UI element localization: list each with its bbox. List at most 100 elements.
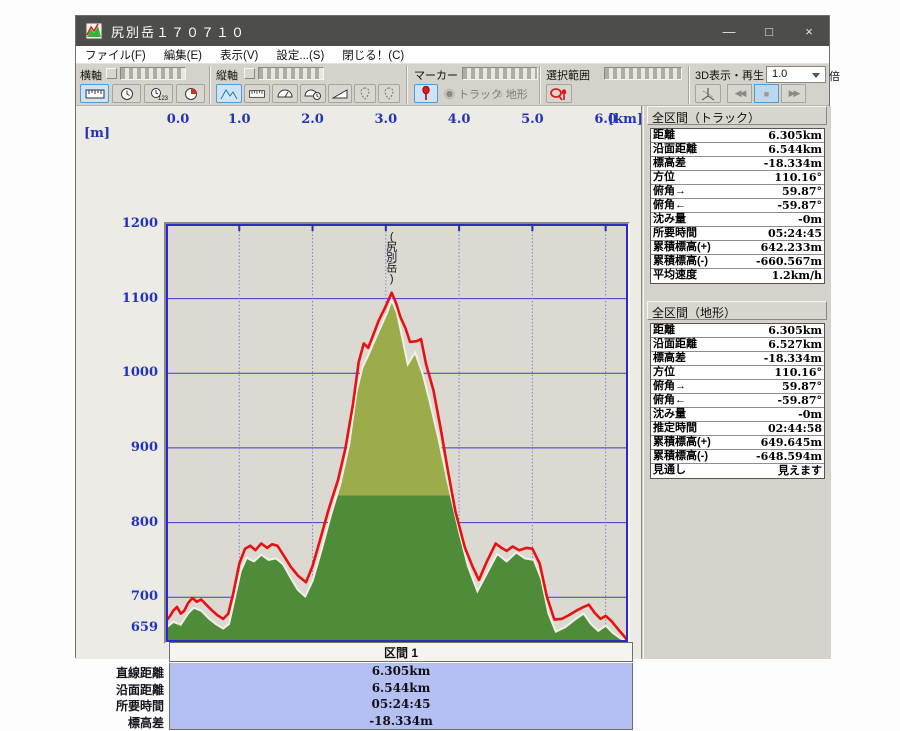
stat-row: 沈み量-0m: [651, 408, 824, 422]
stat-row: 方位110.16°: [651, 171, 824, 185]
vaxis-distance-button[interactable]: [244, 84, 270, 103]
vaxis-slope-button[interactable]: [328, 84, 352, 103]
chart-area: [m] 0.01.02.03.04.05.06.0 [km] 120011001…: [76, 106, 641, 659]
playback-3d-button[interactable]: [695, 84, 721, 103]
vaxis-mini-button[interactable]: [244, 68, 255, 79]
vaxis-option2-button[interactable]: [378, 84, 400, 103]
speedometer-icon: [276, 88, 294, 99]
haxis-mini-button[interactable]: [106, 68, 117, 79]
stat-label: 平均速度: [653, 269, 697, 283]
section-row-label: 標高差: [80, 715, 164, 731]
menu-item[interactable]: 表示(V): [211, 47, 267, 63]
maximize-button[interactable]: □: [749, 16, 789, 46]
stat-label: 距離: [653, 324, 675, 337]
y-tick-label: 1000: [106, 365, 158, 380]
stat-value: 642.233m: [761, 241, 822, 254]
stat-value: 6.527km: [768, 338, 822, 351]
stat-label: 標高差: [653, 157, 686, 170]
close-button[interactable]: ×: [789, 16, 829, 46]
x-tick-label: 2.0: [301, 112, 324, 127]
loop-pin-icon: [549, 87, 569, 101]
stat-value: -0m: [798, 213, 822, 226]
selection-slider[interactable]: [604, 67, 682, 80]
haxis-slider[interactable]: [120, 67, 186, 80]
stat-label: 俯角→: [653, 185, 686, 198]
stat-row: 距離 6.305km: [651, 324, 824, 338]
chevron-down-icon: [812, 73, 820, 78]
section-value: -18.334m: [170, 713, 632, 730]
y-tick-label: 1200: [106, 216, 158, 231]
stat-row: 沿面距離6.527km: [651, 338, 824, 352]
x-tick-label: 3.0: [375, 112, 398, 127]
section-row-label: 沿面距離: [80, 682, 164, 699]
dotted-pin-2-icon: [383, 87, 395, 100]
vaxis-slider[interactable]: [258, 67, 324, 80]
vaxis-pace-button[interactable]: [300, 84, 326, 103]
svg-text:123: 123: [158, 96, 168, 101]
stat-value: 59.87°: [782, 380, 822, 393]
app-icon: [85, 22, 103, 40]
menu-bar: ファイル(F)編集(E)表示(V)設定...(S)閉じる！(C): [76, 46, 829, 64]
stat-value: -59.87°: [777, 394, 822, 407]
stat-row: 沿面距離6.544km: [651, 143, 824, 157]
elevation-profile-plot[interactable]: (尻別岳): [166, 224, 628, 642]
slope-icon: [332, 88, 348, 99]
app-window: 尻別岳１７０７１０ — □ × ファイル(F)編集(E)表示(V)設定...(S…: [75, 15, 830, 658]
stat-label: 距離: [653, 129, 675, 142]
stop-button[interactable]: ■: [754, 84, 779, 103]
stat-row: 俯角→ 59.87°: [651, 380, 824, 394]
section-header: 区間 1: [169, 642, 633, 662]
y-tick-label: 900: [106, 440, 158, 455]
stat-row: 所要時間05:24:45: [651, 227, 824, 241]
dotted-pin-1-icon: [359, 87, 371, 100]
stats-panel-title: 全区間（トラック）: [647, 106, 827, 125]
haxis-distance-button[interactable]: [80, 84, 109, 103]
section-value: 05:24:45: [170, 696, 632, 713]
radio-track[interactable]: ◉ トラック: [444, 86, 502, 102]
marker-pin-icon: [420, 86, 432, 101]
clock-number-icon: 123: [150, 87, 168, 101]
marker-slider[interactable]: [462, 67, 538, 80]
stat-label: 俯角←: [653, 394, 686, 407]
stat-value: 110.16°: [774, 366, 822, 379]
haxis-time-button[interactable]: [112, 84, 141, 103]
selection-marker-button[interactable]: [546, 84, 572, 103]
vaxis-elevation-button[interactable]: [216, 84, 242, 103]
minimize-button[interactable]: —: [709, 16, 749, 46]
play-button[interactable]: ▶▶: [781, 84, 806, 103]
marker-button[interactable]: [414, 84, 438, 103]
haxis-time-number-button[interactable]: 123: [144, 84, 173, 103]
stats-panel-title: 全区間（地形）: [647, 301, 827, 320]
stat-label: 方位: [653, 171, 675, 184]
stat-row: 俯角← -59.87°: [651, 394, 824, 408]
menu-item[interactable]: 閉じる！(C): [333, 47, 413, 63]
radio-terrain[interactable]: ○ 地形: [496, 86, 528, 102]
stat-label: 俯角→: [653, 380, 686, 393]
stat-row: 累積標高(-)-660.567m: [651, 255, 824, 269]
vaxis-speed-button[interactable]: [272, 84, 298, 103]
x-tick-label: 4.0: [448, 112, 471, 127]
stat-row: 沈み量-0m: [651, 213, 824, 227]
marker-label: マーカー: [414, 67, 458, 83]
radio-unselected-icon: ○: [496, 89, 503, 101]
stat-row: 俯角→59.87°: [651, 185, 824, 199]
stats-table: 距離6.305km沿面距離6.527km標高差-18.334m方位110.16°…: [650, 323, 825, 479]
stat-value: 6.544km: [768, 143, 822, 156]
stat-value: -18.334m: [764, 352, 822, 365]
playback-speed-select[interactable]: 1.0: [766, 66, 826, 83]
peak-label: (尻別岳): [386, 231, 397, 285]
menu-item[interactable]: 設定...(S): [267, 47, 333, 63]
menu-item[interactable]: 編集(E): [155, 47, 211, 63]
haxis-pie-button[interactable]: [176, 84, 205, 103]
stat-value: 6.305km: [768, 324, 822, 337]
section-value: 6.305km: [170, 663, 632, 680]
stat-row: 見通し見えます: [651, 464, 824, 478]
menu-item[interactable]: ファイル(F): [76, 47, 155, 63]
playback-label: 3D表示・再生: [695, 67, 764, 83]
stat-label: 俯角←: [653, 199, 686, 212]
y-tick-label: 659: [106, 620, 158, 635]
vaxis-option1-button[interactable]: [354, 84, 376, 103]
ruler-icon: [248, 89, 266, 99]
stat-row: 累積標高(+)642.233m: [651, 241, 824, 255]
rewind-button[interactable]: ◀◀: [727, 84, 752, 103]
